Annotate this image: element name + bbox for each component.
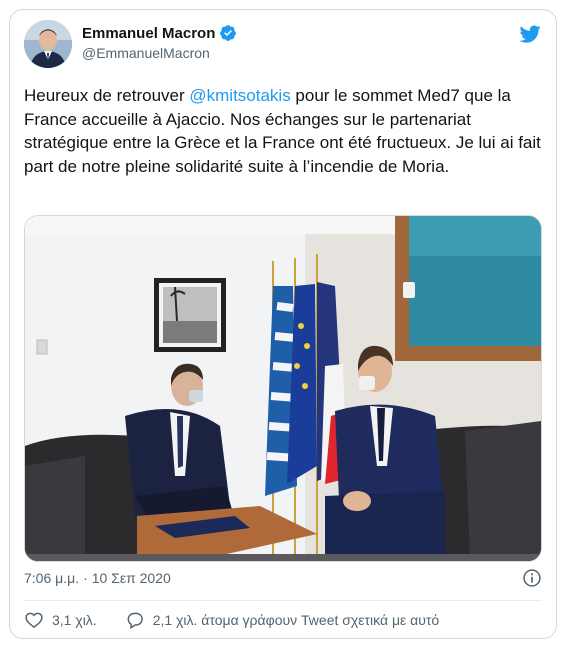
tweet-actions: 3,1 χιλ. 2,1 χιλ. άτομα γράφουν Tweet σχ… [24,610,467,630]
reply-count: 2,1 χιλ. άτομα γράφουν Tweet σχετικά με … [152,612,440,628]
like-count: 3,1 χιλ. [52,612,97,628]
comment-bubble-icon [127,612,143,629]
mention-link[interactable]: @kmitsotakis [189,86,290,105]
tweet-time: 7:06 μ.μ. [24,570,80,586]
tweet-text-start: Heureux de retrouver [24,86,190,105]
like-button[interactable]: 3,1 χιλ. [24,610,97,630]
timestamp-separator: · [83,570,88,586]
author-handle[interactable]: @EmmanuelMacron [82,45,210,61]
divider [24,600,542,601]
author-name[interactable]: Emmanuel Macron [82,25,215,42]
verified-badge-icon [220,25,237,41]
author-name-row: Emmanuel Macron [82,24,237,42]
avatar[interactable] [24,20,72,68]
heart-icon [25,612,43,628]
twitter-bird-icon[interactable] [518,23,542,45]
tweet-text: Heureux de retrouver @kmitsotakis pour l… [24,84,544,178]
tweet-timestamp[interactable]: 7:06 μ.μ. · 10 Σεπ 2020 [24,570,171,586]
tweet-date: 10 Σεπ 2020 [91,570,171,586]
info-icon[interactable] [522,568,542,588]
reply-button[interactable]: 2,1 χιλ. άτομα γράφουν Tweet σχετικά με … [125,610,440,630]
tweet-photo[interactable] [24,215,542,562]
tweet-card: Emmanuel Macron @EmmanuelMacron Heureux … [9,9,557,639]
